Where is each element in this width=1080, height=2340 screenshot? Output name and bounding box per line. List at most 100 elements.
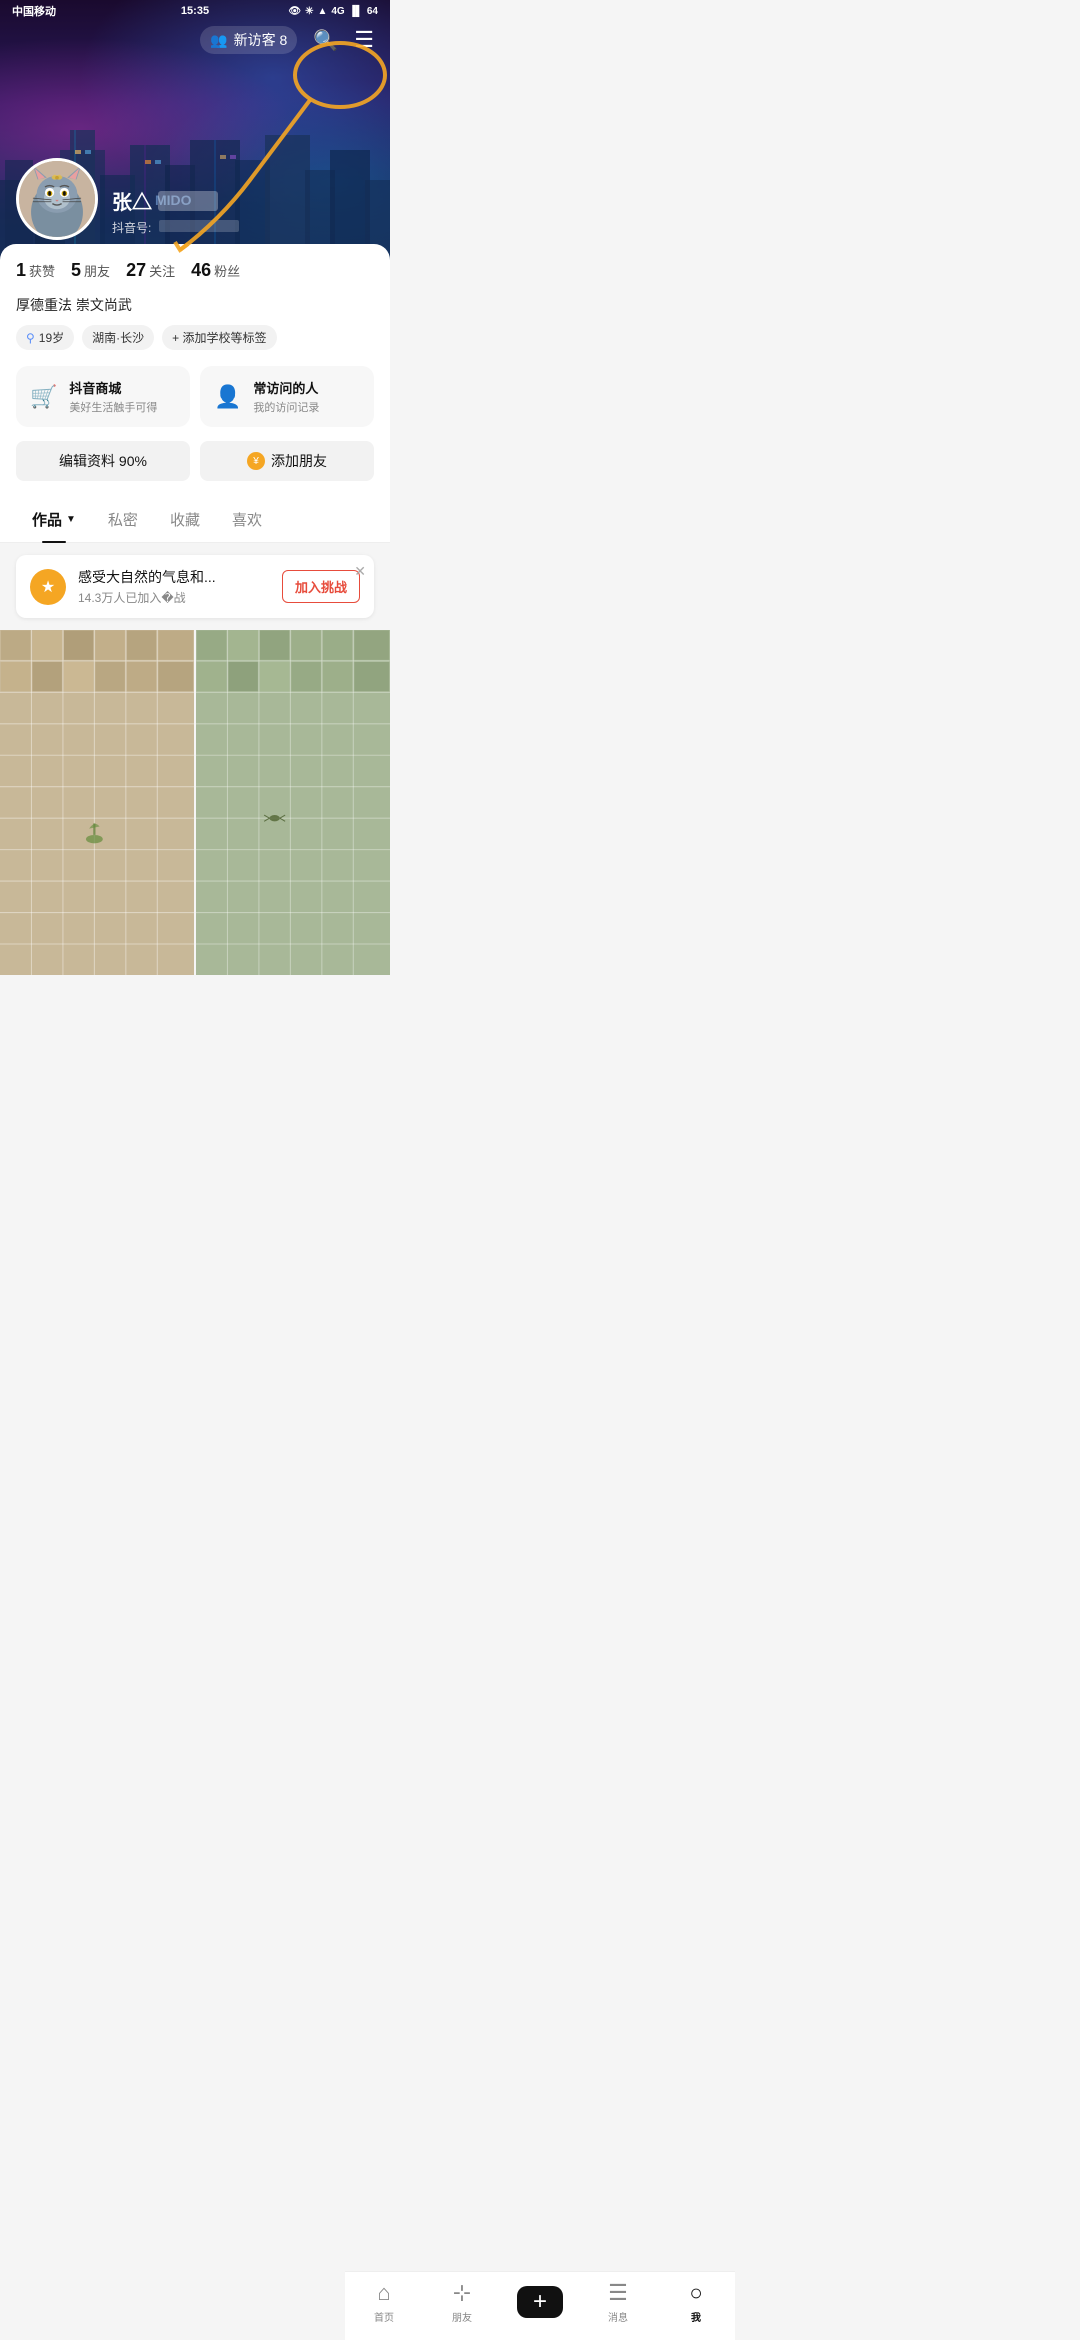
carrier-time: 中国移动 <box>12 3 56 19</box>
stat-friends-label: 朋友 <box>84 261 110 280</box>
challenge-subtitle: 14.3万人已加入�战 <box>78 589 216 606</box>
stat-likes-num: 1 <box>16 260 26 281</box>
tab-likes-label: 喜欢 <box>232 509 262 530</box>
stat-friends-num: 5 <box>71 260 81 281</box>
tab-works-label: 作品 <box>32 509 62 530</box>
visitors-icon: 👥 <box>210 32 227 49</box>
menu-button[interactable]: ☰ <box>354 27 374 53</box>
home-label: 首页 <box>374 2309 394 2324</box>
nav-me[interactable]: ○ 我 <box>666 2280 726 2324</box>
hero-section: MIDO /SALAD/ /JUICE/ /DESSERT/ 中国移动 15:3… <box>0 0 390 260</box>
star-icon: ★ <box>41 577 55 597</box>
wifi-icon: ▲ <box>317 6 327 17</box>
visitors-label: 新访客 8 <box>234 30 288 50</box>
profile-info: 张△ 抖音号: <box>112 186 239 240</box>
me-icon: ○ <box>689 2280 702 2306</box>
challenge-banner: ★ 感受大自然的气息和... 14.3万人已加入�战 加入挑战 ✕ <box>16 555 374 618</box>
friends-label: 朋友 <box>452 2309 472 2324</box>
tag-gender-age[interactable]: ⚲ 19岁 <box>16 325 74 350</box>
eye-icon: 👁 <box>288 6 301 17</box>
friends-icon: ⊹ <box>453 2280 471 2306</box>
age-text: 19岁 <box>39 329 64 346</box>
tabs-row: 作品 ▼ 私密 收藏 喜欢 <box>0 497 390 543</box>
stats-row: 1 获赞 5 朋友 27 关注 46 粉丝 <box>16 260 374 281</box>
main-card: 1 获赞 5 朋友 27 关注 46 粉丝 厚德重法 崇文尚武 ⚲ 19岁 <box>0 244 390 543</box>
page-wrapper: MIDO /SALAD/ /JUICE/ /DESSERT/ 中国移动 15:3… <box>0 0 390 1035</box>
tab-works[interactable]: 作品 ▼ <box>16 497 92 542</box>
stat-likes[interactable]: 1 获赞 <box>16 260 55 281</box>
action-cards: 🛒 抖音商城 美好生活触手可得 👤 常访问的人 我的访问记录 <box>16 366 374 427</box>
add-icon: + <box>533 2290 547 2314</box>
visitors-card-text: 常访问的人 我的访问记录 <box>253 378 319 415</box>
profile-hero: 张△ 抖音号: <box>16 158 239 240</box>
tab-private-label: 私密 <box>108 509 138 530</box>
bottom-nav: ⌂ 首页 ⊹ 朋友 + ☰ 消息 ○ 我 <box>345 2271 735 2340</box>
nav-messages[interactable]: ☰ 消息 <box>588 2280 648 2324</box>
add-friend-button[interactable]: ¥ 添加朋友 <box>200 441 374 481</box>
nav-friends[interactable]: ⊹ 朋友 <box>432 2280 492 2324</box>
status-icons: 👁 ✳ ▲ 4G ▐▌ 64 <box>288 6 378 17</box>
status-time: 15:35 <box>181 5 209 17</box>
bluetooth-icon: ✳ <box>305 6 313 17</box>
challenge-icon: ★ <box>30 569 66 605</box>
name-blur <box>158 191 218 211</box>
visitors-button[interactable]: 👥 新访客 8 <box>200 26 297 54</box>
nav-home[interactable]: ⌂ 首页 <box>354 2280 414 2324</box>
location-text: 湖南·长沙 <box>92 329 144 346</box>
visitors-title: 常访问的人 <box>253 378 319 397</box>
join-challenge-button[interactable]: 加入挑战 <box>282 570 360 603</box>
coin-icon: ¥ <box>247 452 265 470</box>
person-icon: 👤 <box>214 384 241 410</box>
profile-actions: 编辑资料 90% ¥ 添加朋友 <box>16 441 374 481</box>
nav-add[interactable]: + <box>510 2286 570 2318</box>
add-button[interactable]: + <box>517 2286 563 2318</box>
status-bar: 中国移动 15:35 👁 ✳ ▲ 4G ▐▌ 64 <box>0 0 390 22</box>
add-friend-label: 添加朋友 <box>271 451 327 471</box>
stat-followers-num: 46 <box>191 260 211 281</box>
messages-label: 消息 <box>608 2309 628 2324</box>
hero-nav: 👥 新访客 8 🔍 ☰ <box>0 26 390 54</box>
tag-location[interactable]: 湖南·长沙 <box>82 325 154 350</box>
profile-name: 张△ <box>112 186 239 215</box>
challenge-title: 感受大自然的气息和... <box>78 567 216 587</box>
douyin-mall-card[interactable]: 🛒 抖音商城 美好生活触手可得 <box>16 366 190 427</box>
profile-id: 抖音号: <box>112 219 239 236</box>
edit-profile-button[interactable]: 编辑资料 90% <box>16 441 190 481</box>
tab-private[interactable]: 私密 <box>92 497 154 542</box>
stat-likes-label: 获赞 <box>29 261 55 280</box>
video-thumb-2[interactable] <box>196 630 390 975</box>
frequent-visitors-card[interactable]: 👤 常访问的人 我的访问记录 <box>200 366 374 427</box>
stat-friends[interactable]: 5 朋友 <box>71 260 110 281</box>
tab-likes[interactable]: 喜欢 <box>216 497 278 542</box>
message-icon: ☰ <box>608 2280 628 2306</box>
home-icon: ⌂ <box>377 2280 390 2306</box>
tags-row: ⚲ 19岁 湖南·长沙 + 添加学校等标签 <box>16 325 374 350</box>
tab-collection-label: 收藏 <box>170 509 200 530</box>
tag-add-label: + 添加学校等标签 <box>172 331 266 345</box>
dropdown-icon: ▼ <box>66 514 76 525</box>
challenge-close-button[interactable]: ✕ <box>354 563 366 580</box>
tag-add-button[interactable]: + 添加学校等标签 <box>162 325 276 350</box>
tab-collection[interactable]: 收藏 <box>154 497 216 542</box>
stat-following-num: 27 <box>126 260 146 281</box>
me-label: 我 <box>691 2309 701 2324</box>
mall-subtitle: 美好生活触手可得 <box>69 399 157 415</box>
gender-icon: ⚲ <box>26 331 35 345</box>
video-thumb-1[interactable] <box>0 630 194 975</box>
video-grid <box>0 630 390 975</box>
visitors-subtitle: 我的访问记录 <box>253 399 319 415</box>
search-button[interactable]: 🔍 <box>313 28 338 53</box>
stat-following[interactable]: 27 关注 <box>126 260 175 281</box>
mall-title: 抖音商城 <box>69 378 157 397</box>
cart-icon: 🛒 <box>30 384 57 410</box>
signal-icon: 4G <box>331 6 344 17</box>
stat-followers[interactable]: 46 粉丝 <box>191 260 240 281</box>
stat-following-label: 关注 <box>149 261 175 280</box>
challenge-text: 感受大自然的气息和... 14.3万人已加入�战 <box>78 567 216 606</box>
avatar[interactable] <box>16 158 98 240</box>
mall-card-text: 抖音商城 美好生活触手可得 <box>69 378 157 415</box>
bio-text: 厚德重法 崇文尚武 <box>16 295 374 315</box>
battery-level: 64 <box>367 6 378 17</box>
stat-followers-label: 粉丝 <box>214 261 240 280</box>
battery-icon: ▐▌ <box>349 6 363 17</box>
